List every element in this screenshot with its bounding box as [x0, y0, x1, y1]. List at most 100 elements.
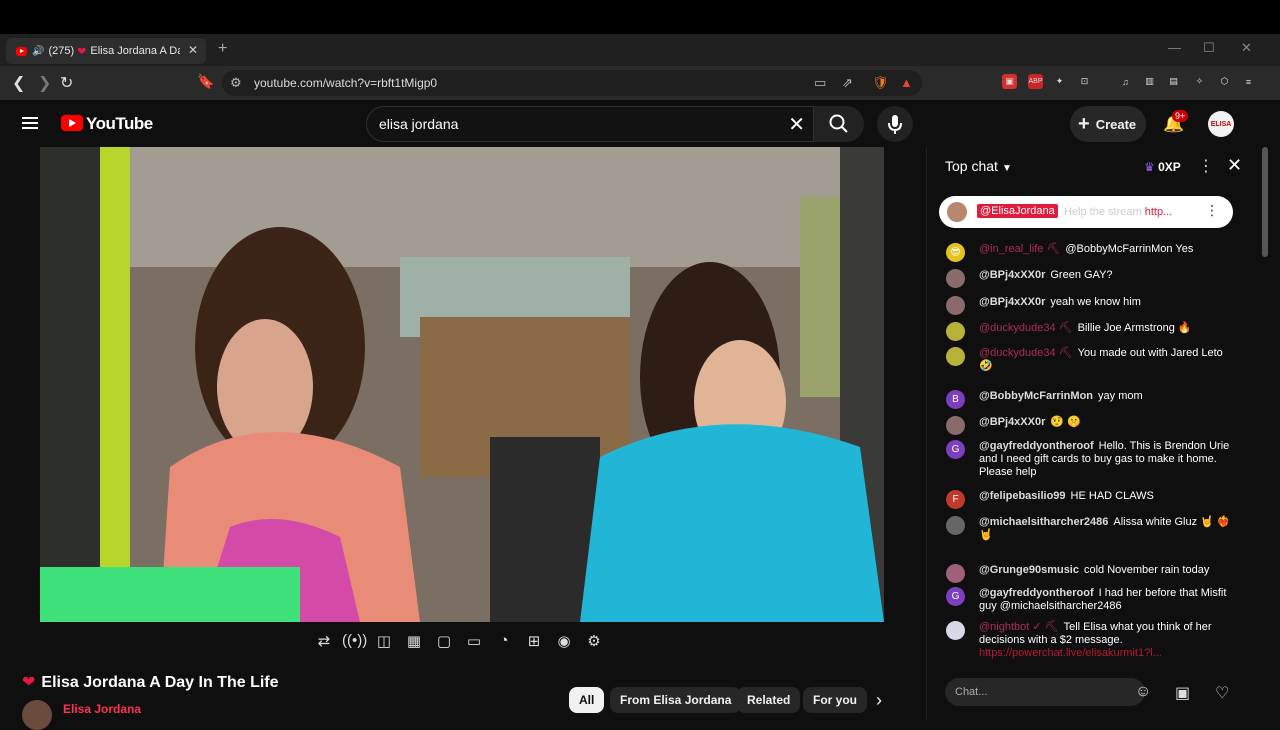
url-field[interactable]: ⚙ youtube.com/watch?v=rbft1tMigp0 ▭ ⇗ 🛡 … — [222, 70, 922, 96]
chat-avatar[interactable] — [946, 416, 965, 435]
chat-avatar[interactable] — [946, 621, 965, 640]
adblock-icon[interactable]: ABP — [1028, 74, 1043, 89]
channel-avatar[interactable] — [22, 700, 52, 730]
chat-message[interactable]: G @gayfreddyontheroof Hello. This is Brend… — [946, 440, 1236, 479]
channel-name[interactable]: Elisa Jordana — [63, 702, 141, 716]
youtube-logo-icon[interactable] — [61, 115, 83, 131]
new-tab-button[interactable]: + — [218, 40, 227, 58]
chat-message[interactable]: 😎 @in_real_life ⛏ @BobbyMcFarrinMon Yes — [946, 243, 1236, 262]
back-icon[interactable]: ❮ — [12, 73, 25, 93]
pinned-menu-icon[interactable]: ⋮ — [1205, 202, 1219, 219]
add-clip-icon[interactable]: ⊞ — [522, 632, 546, 652]
chat-message[interactable]: @BPj4xXX0r yeah we know him — [946, 296, 1236, 315]
clapper-icon[interactable]: ▦ — [402, 632, 426, 652]
reload-icon[interactable]: ↻ — [60, 73, 73, 93]
page-scrollbar[interactable] — [1262, 147, 1268, 257]
tab-close-icon[interactable]: ✕ — [188, 43, 198, 57]
chat-author[interactable]: @gayfreddyontheroof — [979, 440, 1094, 452]
share-icon[interactable]: ⇗ — [842, 75, 853, 91]
chat-message[interactable]: G @gayfreddyontheroof I had her before tha… — [946, 587, 1236, 613]
chat-author[interactable]: @BPj4xXX0r — [979, 269, 1045, 281]
chat-message[interactable]: @michaelsitharcher2486 Alissa white Gluz … — [946, 516, 1236, 542]
chip-for-you[interactable]: For you — [803, 687, 867, 713]
chat-author[interactable]: @duckydude34 ⛏ — [979, 347, 1073, 359]
chat-avatar[interactable]: 😎 — [946, 243, 965, 262]
chat-avatar[interactable] — [946, 347, 965, 366]
extension-red-icon[interactable]: ▣ — [1002, 74, 1017, 89]
vpn-icon[interactable]: ⬡ — [1217, 74, 1232, 89]
youtube-logo-text[interactable]: YouTube — [86, 114, 153, 134]
minimize-button[interactable]: — — [1168, 40, 1181, 55]
wallet-icon[interactable]: ▤ — [1166, 74, 1181, 89]
chat-author[interactable]: @gayfreddyontheroof — [979, 587, 1094, 599]
chat-author[interactable]: @duckydude34 ⛏ — [979, 322, 1073, 334]
rewards-icon[interactable]: ▲ — [900, 75, 913, 90]
chat-avatar[interactable] — [946, 269, 965, 288]
search-query[interactable]: elisa jordana — [379, 116, 458, 132]
guide-menu-icon[interactable] — [22, 117, 38, 129]
chat-mode-selector[interactable]: Top chat ▼ — [945, 158, 1012, 174]
url-text[interactable]: youtube.com/watch?v=rbft1tMigp0 — [254, 76, 437, 90]
chip-from-channel[interactable]: From Elisa Jordana — [610, 687, 742, 713]
chat-message[interactable]: @Grunge90smusic cold November rain today — [946, 564, 1236, 583]
loop-icon[interactable]: ⇄ — [312, 632, 336, 652]
chat-input[interactable]: Chat... — [945, 678, 1145, 706]
camera-icon[interactable]: ◉ — [552, 632, 576, 652]
chat-message[interactable]: F @felipebasilio99 HE HAD CLAWS — [946, 490, 1236, 509]
pinned-message[interactable]: @ElisaJordana Help the stream http... ⋮ — [939, 196, 1233, 228]
bookmark-icon[interactable]: 🔖 — [197, 73, 214, 90]
search-input[interactable]: elisa jordana ✕ — [366, 106, 814, 142]
sidebar-icon[interactable]: ▥ — [1142, 74, 1157, 89]
search-button[interactable] — [814, 106, 864, 142]
chat-author[interactable]: @BPj4xXX0r — [979, 416, 1045, 428]
chat-avatar[interactable] — [946, 322, 965, 341]
chat-message[interactable]: @BPj4xXX0r 🤨 🤫 — [946, 416, 1236, 435]
chat-author[interactable]: @Grunge90smusic — [979, 564, 1079, 576]
chat-avatar[interactable]: G — [946, 440, 965, 459]
super-chat-icon[interactable]: ▣ — [1175, 683, 1190, 703]
chip-related[interactable]: Related — [737, 687, 801, 713]
speed-icon[interactable]: ◔ — [492, 632, 516, 652]
chat-avatar[interactable]: B — [946, 390, 965, 409]
heart-react-icon[interactable]: ♡ — [1215, 683, 1229, 703]
browser-tab[interactable]: 🔊 (275) ❤ Elisa Jordana A Day ✕ — [6, 38, 206, 64]
chat-message[interactable]: @nightbot ✓ ⛏ Tell Elisa what you think o… — [946, 621, 1236, 660]
chat-avatar[interactable] — [946, 296, 965, 315]
chat-author[interactable]: @BPj4xXX0r — [979, 296, 1045, 308]
leo-icon[interactable]: ✧ — [1192, 74, 1207, 89]
chat-message[interactable]: @BPj4xXX0r Green GAY? — [946, 269, 1236, 288]
brave-shield-icon[interactable]: 🛡 — [872, 75, 889, 91]
extensions-icon[interactable]: ✦ — [1052, 74, 1067, 89]
close-window-button[interactable]: ✕ — [1241, 40, 1252, 56]
clear-search-icon[interactable]: ✕ — [788, 112, 805, 137]
close-chat-icon[interactable]: ✕ — [1227, 155, 1242, 176]
chip-all[interactable]: All — [569, 687, 605, 713]
chips-next-icon[interactable]: › — [876, 690, 882, 711]
screenshot-icon[interactable]: ⊡ — [1077, 74, 1092, 89]
media-icon[interactable]: ♫ — [1118, 74, 1133, 89]
video-player[interactable] — [40, 147, 884, 622]
chat-message[interactable]: B @BobbyMcFarrinMon yay mom — [946, 390, 1236, 409]
chat-message[interactable]: @duckydude34 ⛏ You made out with Jared Le… — [946, 347, 1236, 373]
chat-link[interactable]: https://powerchat.live/elisakurmit1?l... — [979, 647, 1162, 659]
account-avatar[interactable]: ELISA — [1208, 111, 1234, 137]
chat-avatar[interactable]: G — [946, 587, 965, 606]
chat-avatar[interactable] — [946, 564, 965, 583]
xp-counter[interactable]: ♛ 0XP — [1144, 160, 1181, 174]
chat-author[interactable]: @in_real_life ⛏ — [979, 243, 1060, 255]
menu-icon[interactable]: ≡ — [1241, 74, 1256, 89]
ambient-icon[interactable]: ◫ — [372, 632, 396, 652]
audio-icon[interactable]: ((•)) — [342, 632, 367, 652]
voice-search-button[interactable] — [877, 106, 913, 142]
chat-author[interactable]: @felipebasilio99 — [979, 490, 1066, 502]
chat-message[interactable]: @duckydude34 ⛏ Billie Joe Armstrong 🔥 — [946, 322, 1236, 341]
site-info-icon[interactable]: ⚙ — [230, 75, 242, 91]
cast-icon[interactable]: ▭ — [814, 75, 826, 91]
theater-icon[interactable]: ▭ — [462, 632, 486, 652]
chat-author[interactable]: @michaelsitharcher2486 — [979, 516, 1108, 528]
settings-gear-icon[interactable]: ⚙ — [582, 632, 606, 652]
chat-author[interactable]: @BobbyMcFarrinMon — [979, 390, 1093, 402]
chat-avatar[interactable] — [946, 516, 965, 535]
chat-avatar[interactable]: F — [946, 490, 965, 509]
pinned-link[interactable]: http... — [1145, 206, 1173, 218]
